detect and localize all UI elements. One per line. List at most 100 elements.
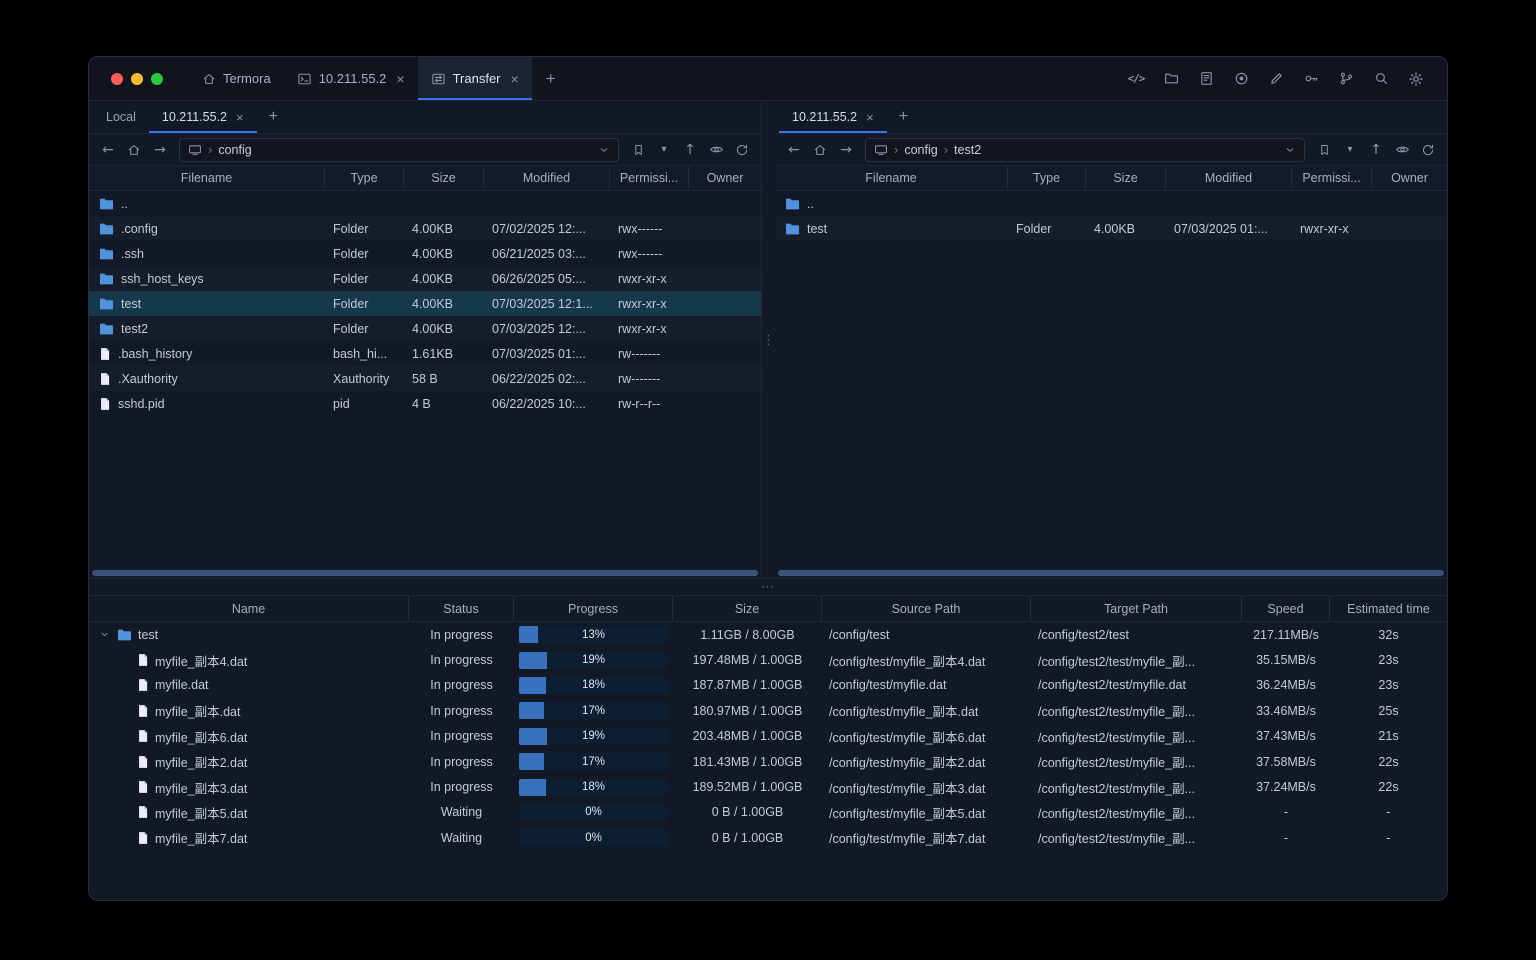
settings-icon[interactable] (1403, 66, 1429, 92)
column-header-permissi-[interactable]: Permissi... (1292, 166, 1372, 190)
column-header-progress[interactable]: Progress (514, 596, 673, 621)
caret-button[interactable]: ▾ (1338, 138, 1362, 162)
column-header-permissi-[interactable]: Permissi... (610, 166, 689, 190)
left-path-bar[interactable]: › config (179, 137, 619, 162)
column-header-size[interactable]: Size (673, 596, 822, 621)
transfer-row-test[interactable]: test In progress 13% 1.11GB / 8.00GB/config… (89, 622, 1447, 647)
transfer-row-myfile_副本2.dat[interactable]: myfile_副本2.dat In progress 17% 181.43MB / 1… (89, 749, 1447, 774)
transfer-status: In progress (430, 653, 493, 668)
breadcrumb-test2[interactable]: test2 (954, 143, 981, 157)
back-button[interactable]: ← (96, 138, 120, 162)
chevron-down-icon[interactable] (598, 144, 610, 156)
caret-button[interactable]: ▾ (652, 138, 676, 162)
horizontal-splitter[interactable]: ⋯ (89, 578, 1447, 596)
column-header-modified[interactable]: Modified (484, 166, 610, 190)
minimize-window-button[interactable] (131, 72, 143, 85)
eye-button[interactable] (704, 138, 728, 162)
branch-icon[interactable] (1333, 66, 1359, 92)
file-row-test[interactable]: test Folder 4.00KB 07/03/2025 01:... rwxr-xr… (775, 216, 1447, 241)
bookmark-button[interactable] (1312, 138, 1336, 162)
tab-remote-session[interactable]: 10.211.55.2 × (779, 101, 887, 133)
up-button[interactable]: ↑ (1364, 138, 1388, 162)
vertical-splitter[interactable]: ⋮ (761, 101, 775, 578)
forward-button[interactable]: → (834, 138, 858, 162)
collapse-chevron-icon[interactable] (97, 629, 111, 640)
column-header-owner[interactable]: Owner (1372, 166, 1447, 190)
file-name: sshd.pid (118, 396, 165, 411)
tab-host-terminal[interactable]: 10.211.55.2 × (284, 57, 418, 100)
transfer-row-myfile_副本3.dat[interactable]: myfile_副本3.dat In progress 18% 189.52MB / 1… (89, 774, 1447, 799)
column-header-modified[interactable]: Modified (1166, 166, 1292, 190)
column-header-status[interactable]: Status (409, 596, 514, 621)
column-header-estimated-time[interactable]: Estimated time (1330, 596, 1447, 621)
scrollbar-thumb[interactable] (92, 570, 758, 576)
right-horizontal-scrollbar[interactable] (775, 568, 1447, 578)
home-button[interactable] (808, 138, 832, 162)
scrollbar-thumb[interactable] (778, 570, 1444, 576)
tab-remote-session[interactable]: 10.211.55.2 × (148, 101, 257, 133)
column-header-filename[interactable]: Filename (775, 166, 1008, 190)
column-header-filename[interactable]: Filename (89, 166, 325, 190)
column-header-source-path[interactable]: Source Path (822, 596, 1031, 621)
breadcrumb-config[interactable]: config (218, 143, 251, 157)
column-header-name[interactable]: Name (89, 596, 409, 621)
file-row-.Xauthority[interactable]: .Xauthority Xauthority 58 B 06/22/2025 02:.… (89, 366, 761, 391)
file-row-ssh_host_keys[interactable]: ssh_host_keys Folder 4.00KB 06/26/2025 05:.… (89, 266, 761, 291)
back-button[interactable]: ← (782, 138, 806, 162)
code-icon[interactable]: </> (1123, 66, 1149, 92)
chevron-down-icon[interactable] (1284, 144, 1296, 156)
up-button[interactable]: ↑ (678, 138, 702, 162)
tab-termora[interactable]: Termora (189, 57, 284, 100)
close-window-button[interactable] (111, 72, 123, 85)
transfer-speed: - (1283, 805, 1289, 820)
file-row-.config[interactable]: .config Folder 4.00KB 07/02/2025 12:... rwx-… (89, 216, 761, 241)
transfer-row-myfile_副本5.dat[interactable]: myfile_副本5.dat Waiting 0% 0 B / 1.00GB/conf… (89, 800, 1447, 825)
eye-button[interactable] (1390, 138, 1414, 162)
transfer-row-myfile_副本.dat[interactable]: myfile_副本.dat In progress 17% 180.97MB / 1.… (89, 698, 1447, 723)
transfer-row-myfile_副本4.dat[interactable]: myfile_副本4.dat In progress 19% 197.48MB / 1… (89, 647, 1447, 672)
breadcrumb-config[interactable]: config (904, 143, 937, 157)
column-header-type[interactable]: Type (325, 166, 404, 190)
pencil-icon[interactable] (1263, 66, 1289, 92)
new-session-tab-button[interactable]: + (257, 101, 290, 133)
column-header-target-path[interactable]: Target Path (1031, 596, 1242, 621)
search-icon[interactable] (1368, 66, 1394, 92)
column-header-size[interactable]: Size (404, 166, 484, 190)
close-icon[interactable]: × (236, 111, 244, 124)
home-button[interactable] (122, 138, 146, 162)
transfer-row-myfile_副本6.dat[interactable]: myfile_副本6.dat In progress 19% 203.48MB / 1… (89, 724, 1447, 749)
column-header-type[interactable]: Type (1008, 166, 1086, 190)
notebook-icon[interactable] (1193, 66, 1219, 92)
file-row-..[interactable]: .. (89, 191, 761, 216)
forward-button[interactable]: → (148, 138, 172, 162)
tab-transfer[interactable]: Transfer × (417, 57, 532, 100)
refresh-button[interactable] (730, 138, 754, 162)
tab-local[interactable]: Local (93, 101, 149, 133)
close-icon[interactable]: × (866, 111, 874, 124)
bookmark-button[interactable] (626, 138, 650, 162)
transfer-row-myfile.dat[interactable]: myfile.dat In progress 18% 187.87MB / 1.00G… (89, 673, 1447, 698)
file-row-.ssh[interactable]: .ssh Folder 4.00KB 06/21/2025 03:... rwx----… (89, 241, 761, 266)
file-row-test2[interactable]: test2 Folder 4.00KB 07/03/2025 12:... rwxr-x… (89, 316, 761, 341)
transfer-row-myfile_副本7.dat[interactable]: myfile_副本7.dat Waiting 0% 0 B / 1.00GB/conf… (89, 825, 1447, 850)
close-icon[interactable]: × (396, 72, 404, 86)
new-session-tab-button[interactable]: + (887, 101, 920, 133)
file-row-.bash_history[interactable]: .bash_history bash_hi... 1.61KB 07/03/2025 … (89, 341, 761, 366)
file-row-sshd.pid[interactable]: sshd.pid pid 4 B 06/22/2025 10:... rw-r--r-- (89, 391, 761, 416)
right-path-bar[interactable]: › config › test2 (865, 137, 1305, 162)
progress-bar: 18% (519, 778, 668, 796)
refresh-button[interactable] (1416, 138, 1440, 162)
file-row-..[interactable]: .. (775, 191, 1447, 216)
left-horizontal-scrollbar[interactable] (89, 568, 761, 578)
column-header-owner[interactable]: Owner (689, 166, 761, 190)
new-tab-button[interactable]: + (532, 57, 570, 100)
column-header-speed[interactable]: Speed (1242, 596, 1330, 621)
folderline-icon[interactable] (1158, 66, 1184, 92)
close-icon[interactable]: × (511, 72, 519, 86)
file-type: Xauthority (333, 371, 390, 386)
key-icon[interactable] (1298, 66, 1324, 92)
file-row-test[interactable]: test Folder 4.00KB 07/03/2025 12:1... rwxr-x… (89, 291, 761, 316)
column-header-size[interactable]: Size (1086, 166, 1166, 190)
record-icon[interactable] (1228, 66, 1254, 92)
zoom-window-button[interactable] (151, 72, 163, 85)
